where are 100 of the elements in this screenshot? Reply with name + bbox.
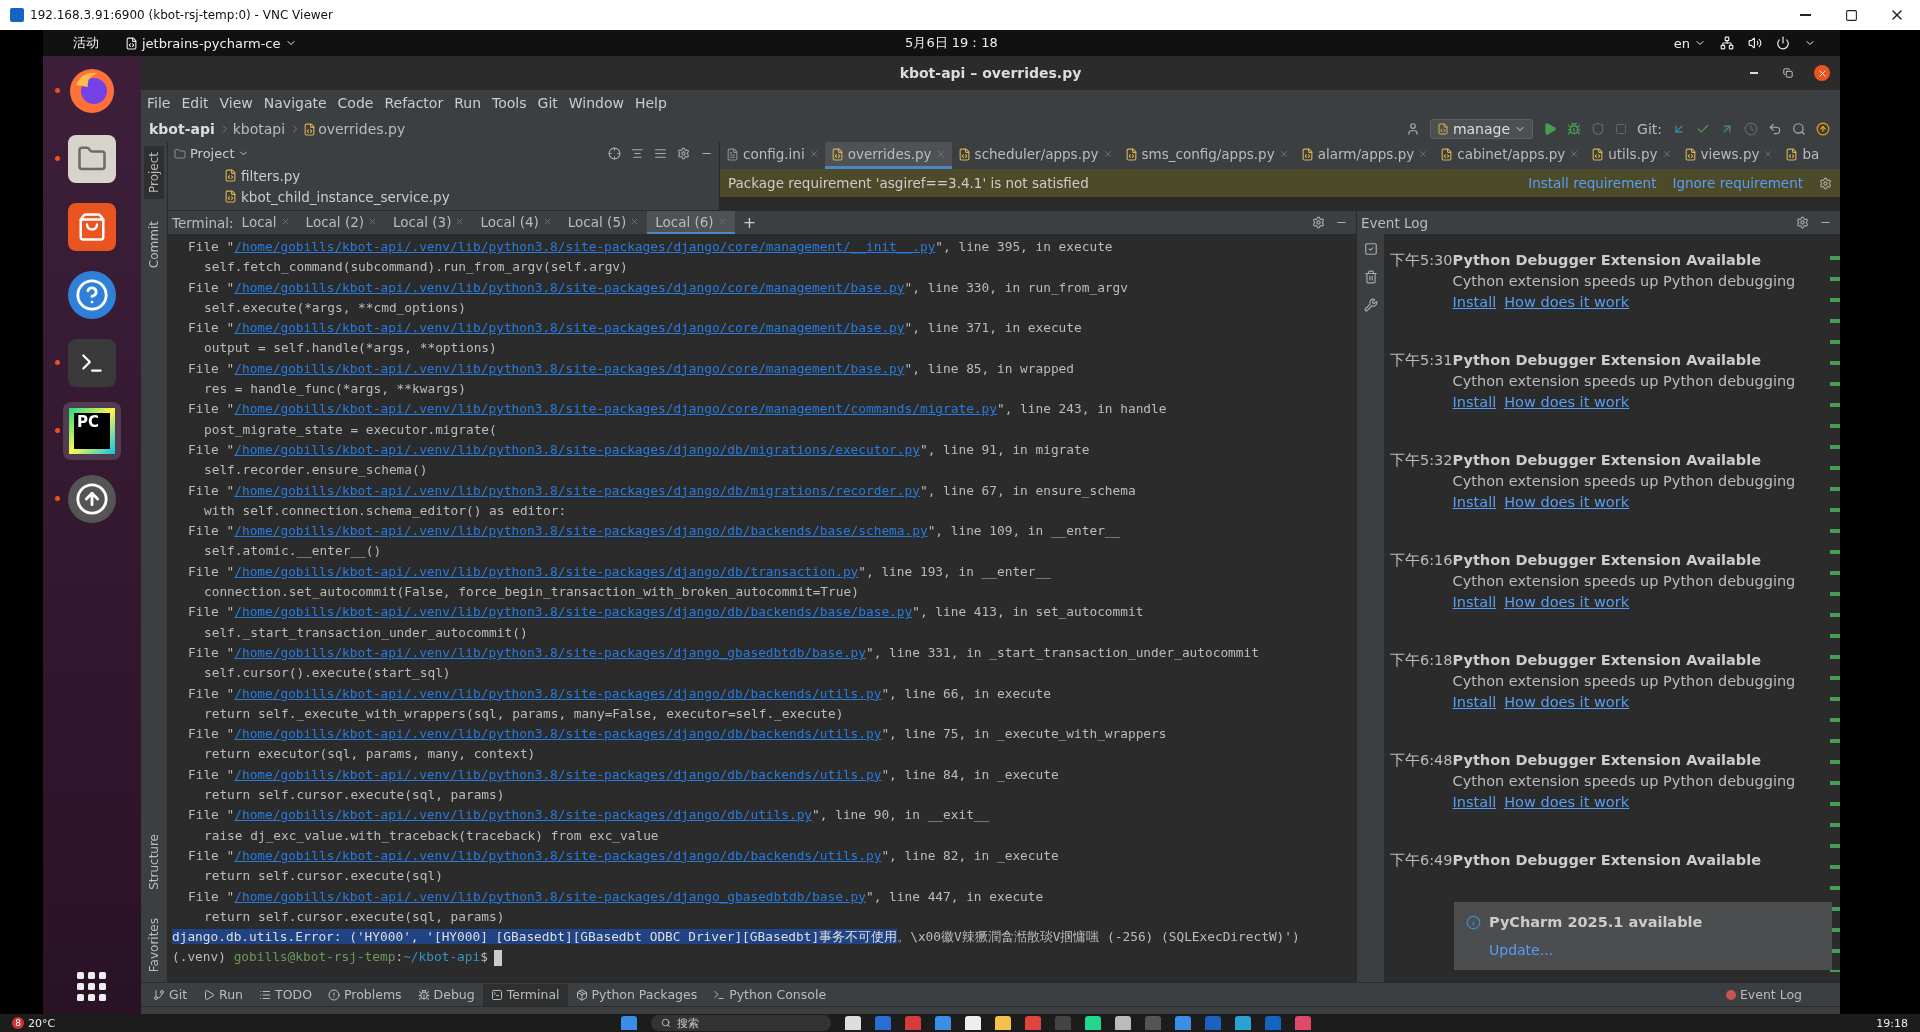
file-link[interactable]: /home/gobills/kbot-api/.venv/lib/python3.8/site-packages/django/db/backends/base/schema.py [234,523,928,539]
tool-window-tab[interactable]: Project [144,146,164,200]
file-link[interactable]: /home/gobills/kbot-api/.venv/lib/python3.8/site-packages/django/core/management/base.py [234,279,905,295]
run-icon[interactable] [1543,122,1558,136]
file-link[interactable]: /home/gobills/kbot-api/.venv/lib/python3.8/site-packages/django/db/migrations/recorder.py [234,482,920,498]
editor-tab[interactable]: scheduler/apps.py [951,142,1119,169]
network-icon[interactable] [1720,36,1734,50]
terminal-tab[interactable]: Local [233,211,298,234]
terminal-tab[interactable]: Local (2) [297,211,385,234]
tool-window-button[interactable]: Terminal [482,983,568,1006]
menu-item[interactable]: Window [568,95,624,111]
editor-tab[interactable]: overrides.py [824,142,952,169]
event-link[interactable]: How does it work [1504,594,1630,610]
menu-item[interactable]: File [147,95,171,111]
undo-icon[interactable] [1768,122,1782,136]
clock[interactable]: 5月6日 19：18 [905,34,998,52]
project-view-dropdown[interactable]: Project [174,146,250,161]
editor-tab[interactable]: cabinet/apps.py [1434,142,1586,169]
menu-item[interactable]: View [219,95,253,111]
editor-tab[interactable]: views.py [1677,142,1780,169]
clock[interactable]: 19:18 [1876,1016,1908,1030]
run-config-dropdown[interactable]: manage [1429,119,1534,139]
event-link[interactable]: How does it work [1504,394,1630,410]
terminal-tab[interactable]: Local (5) [559,211,648,234]
close-button[interactable] [1814,65,1830,81]
terminal-tab[interactable]: Local (3) [385,211,473,234]
menu-item[interactable]: Navigate [263,95,327,111]
editor-tab[interactable]: config.ini [720,142,825,169]
tool-window-tab[interactable]: Favorites [144,911,164,978]
app-menu[interactable]: jetbrains-pycharm-ce [125,35,297,51]
breadcrumb[interactable]: kbot-api [149,121,217,137]
menu-item[interactable]: Refactor [384,95,444,111]
file-link[interactable]: /home/gobills/kbot-api/.venv/lib/python3.8/site-packages/django/core/management/__init__.py [234,239,936,254]
file-link[interactable]: /home/gobills/kbot-api/.venv/lib/python3.8/site-packages/django/db/backends/utils.py [234,685,882,701]
file-tree-item[interactable]: kbot_child_instance_service.py [168,186,719,207]
file-link[interactable]: /home/gobills/kbot-api/.venv/lib/python3.8/site-packages/django/core/management/base.py [234,320,905,336]
apps-grid-icon[interactable] [77,972,107,1002]
temperature[interactable]: 20°C [28,1016,56,1030]
trash-icon[interactable] [1363,270,1378,284]
file-link[interactable]: /home/gobills/kbot-api/.venv/lib/python3.8/site-packages/django/db/backends/utils.py [234,847,882,863]
breadcrumb[interactable]: overrides.py [303,121,408,137]
file-link[interactable]: /home/gobills/kbot-api/.venv/lib/python3.8/site-packages/django/core/management/commands/migrate.py [234,401,997,417]
settings-icon[interactable] [1796,216,1809,229]
expand-all-icon[interactable] [631,147,644,160]
settings-icon[interactable] [1312,216,1325,229]
notice-link[interactable]: Ignore requirement [1672,175,1803,191]
search-icon[interactable] [1792,122,1806,136]
event-link[interactable]: Install [1452,494,1497,510]
editor-tab[interactable]: ba [1779,142,1826,169]
locate-icon[interactable] [608,147,621,160]
file-link[interactable]: /home/gobills/kbot-api/.venv/lib/python3.8/site-packages/django/core/management/base.py [234,360,905,376]
language-menu[interactable]: en [1673,35,1706,51]
menu-item[interactable]: Run [454,95,482,111]
file-link[interactable]: /home/gobills/kbot-api/.venv/lib/python3.8/site-packages/django/db/backends/utils.py [234,766,882,782]
settings-icon[interactable] [1819,176,1832,190]
restore-button[interactable] [1780,65,1796,81]
menu-item[interactable]: Edit [181,95,209,111]
search-field[interactable]: 搜索 [650,1015,831,1031]
file-link[interactable]: /home/gobills/kbot-api/.venv/lib/python3.8/site-packages/django/db/backends/utils.py [234,726,882,742]
tool-window-button[interactable]: Problems [320,983,410,1006]
file-link[interactable]: /home/gobills/kbot-api/.venv/lib/python3.8/site-packages/django/db/utils.py [234,807,813,823]
debug-icon[interactable] [1567,122,1582,136]
volume-icon[interactable] [1748,36,1762,50]
settings-icon[interactable] [677,147,690,160]
update-link[interactable]: Update... [1489,942,1820,958]
tool-window-button[interactable]: Python Packages [567,983,706,1006]
event-link[interactable]: Install [1452,594,1497,610]
mark-read-icon[interactable] [1363,242,1378,256]
file-tree-item[interactable]: filters.py [168,165,719,186]
menu-item[interactable]: Code [337,95,374,111]
tool-window-tab[interactable]: Commit [144,215,164,275]
event-link[interactable]: How does it work [1504,494,1630,510]
event-link[interactable]: Install [1452,294,1497,310]
app-icon[interactable] [994,1016,1011,1030]
user-icon[interactable] [1405,122,1420,136]
event-link[interactable]: How does it work [1504,794,1630,810]
notice-link[interactable]: Install requirement [1528,175,1657,191]
editor-tab[interactable]: utils.py [1585,142,1678,169]
event-link[interactable]: How does it work [1504,294,1630,310]
tool-window-button[interactable]: TODO [251,983,320,1006]
add-tab-button[interactable]: + [734,213,765,232]
tool-window-tab[interactable]: Structure [144,827,164,896]
app-icon[interactable] [1114,1016,1131,1030]
menu-item[interactable]: Git [537,95,558,111]
menu-item[interactable]: Tools [492,95,527,111]
tool-window-button[interactable]: Debug [409,983,483,1006]
editor-tab[interactable]: sms_config/apps.py [1118,142,1295,169]
tool-window-button[interactable]: Run [195,983,252,1006]
wrench-icon[interactable] [1363,298,1378,312]
file-link[interactable]: /home/gobills/kbot-api/.venv/lib/python3.8/site-packages/django_gbasedbtdb/base.py [234,644,866,660]
terminal-tab[interactable]: Local (4) [472,211,560,234]
event-link[interactable]: Install [1452,694,1497,710]
commit-icon[interactable] [1696,122,1710,136]
update-available-icon[interactable] [1816,122,1830,136]
file-link[interactable]: /home/gobills/kbot-api/.venv/lib/python3.8/site-packages/django_gbasedbtdb/base.py [234,888,866,904]
event-link[interactable]: Install [1452,394,1497,410]
breadcrumb[interactable]: kbotapi [232,121,288,137]
activities-button[interactable]: 活动 [73,34,99,52]
file-link[interactable]: /home/gobills/kbot-api/.venv/lib/python3.8/site-packages/django/db/transaction.py [234,563,859,579]
terminal-tab[interactable]: Local (6) [647,211,735,234]
